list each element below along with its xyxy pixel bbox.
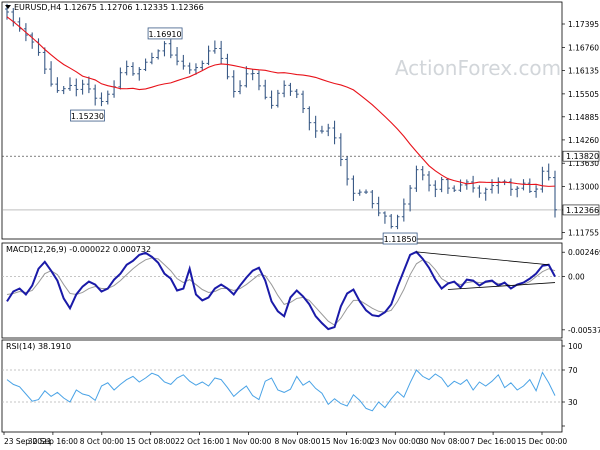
time-tick-label: 23 Nov 00:00 <box>370 437 421 446</box>
time-tick-label: 22 Oct 16:00 <box>175 437 224 446</box>
time-tick-label: 1 Nov 00:00 <box>226 437 272 446</box>
time-tick-label: 15 Dec 00:00 <box>517 437 568 446</box>
time-tick-label: 30 Sep 16:00 <box>28 437 78 446</box>
macd-title: MACD(12,26,9) -0.000022 0.000732 <box>6 245 151 254</box>
price-tick-label: 1.14885 <box>568 113 599 122</box>
macd-tick-label: 0.002469 <box>568 248 600 257</box>
rsi-title: RSI(14) 38.1910 <box>6 342 71 351</box>
level-price-label: 1.13820 <box>566 152 599 161</box>
chart-canvas: ActionForex.com 1.17395 1.16760 1.16135 1.15… <box>1 1 600 446</box>
rsi-tick-label: 70 <box>568 366 578 375</box>
collapse-triangle-icon <box>5 5 11 9</box>
macd-line <box>6 250 556 331</box>
time-tick-label: 15 Nov 16:00 <box>321 437 372 446</box>
macd-triangle-upper <box>416 251 549 266</box>
current-price-label: 1.12366 <box>566 206 599 215</box>
price-tick-label: 1.16760 <box>568 43 599 52</box>
macd-signal-line <box>6 257 556 326</box>
price-tick-label: 1.16135 <box>568 67 599 76</box>
watermark-text: ActionForex.com <box>395 56 561 80</box>
panel-frame-3 <box>1 339 563 433</box>
swing-label: 1.11850 <box>384 235 417 244</box>
macd-tick-label: 0.00 <box>568 273 585 282</box>
price-tick-label: 1.11755 <box>568 229 599 238</box>
rsi-tick-label: 100 <box>568 342 583 351</box>
price-tick-label: 1.17395 <box>568 20 599 29</box>
swing-label: 1.15230 <box>71 112 104 121</box>
price-tick-label: 1.13000 <box>568 182 599 191</box>
time-tick-label: 7 Dec 16:00 <box>470 437 516 446</box>
rsi-tick-label: 30 <box>568 398 578 407</box>
time-tick-label: 8 Nov 08:00 <box>275 437 321 446</box>
time-tick-label: 30 Nov 08:00 <box>419 437 470 446</box>
price-tick-label: 1.15505 <box>568 90 599 99</box>
main-chart-title: EURUSD,H4 1.12675 1.12706 1.12335 1.1236… <box>14 3 204 12</box>
time-tick-label: 8 Oct 00:00 <box>80 437 124 446</box>
macd-tick-label: -0.005375 <box>568 326 600 335</box>
swing-label: 1.16910 <box>149 30 182 39</box>
rsi-line <box>6 369 556 412</box>
moving-average-line <box>6 16 556 187</box>
price-tick-label: 1.14260 <box>568 136 599 145</box>
time-tick-label: 15 Oct 08:00 <box>126 437 175 446</box>
